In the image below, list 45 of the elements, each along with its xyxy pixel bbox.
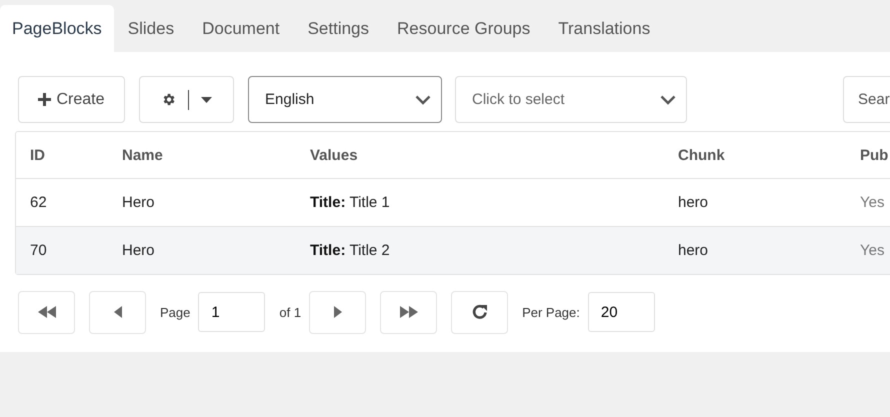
refresh-icon [470, 303, 489, 321]
column-header[interactable]: Name [122, 146, 310, 164]
refresh-button[interactable] [451, 290, 508, 334]
page-label: Page [160, 304, 190, 320]
filter-select[interactable]: Click to select [455, 76, 687, 123]
table-cell-text: Title: Title 2 [310, 242, 391, 259]
table-cell-text: Yes [860, 242, 886, 259]
last-page-button[interactable] [380, 290, 438, 334]
column-header[interactable]: Chunk [678, 146, 860, 164]
page-count-label: of 1 [279, 304, 302, 320]
tab[interactable]: Resource Groups [383, 5, 544, 52]
double-right-triangle-icon [400, 306, 418, 318]
plus-icon [38, 93, 52, 106]
settings-dropdown-button[interactable] [139, 76, 234, 123]
create-button[interactable]: Create [18, 76, 125, 123]
settings-icon [161, 92, 176, 107]
table-cell-text: Hero [122, 242, 156, 259]
table-cell-text: 62 [30, 194, 48, 211]
table-cell-text: Yes [860, 194, 886, 211]
page-number-field[interactable]: 1 [198, 292, 266, 332]
column-header[interactable]: Values [310, 146, 678, 164]
tab[interactable]: PageBlocks [0, 5, 114, 52]
table-cell-text: hero [678, 242, 710, 259]
chevron-down-icon [415, 94, 431, 104]
table-cell-text: 70 [30, 242, 48, 259]
right-triangle-icon [334, 306, 342, 318]
column-header[interactable]: ID [30, 146, 122, 164]
double-left-triangle-icon [38, 306, 56, 318]
per-page-field[interactable]: 20 [588, 292, 655, 332]
language-select[interactable]: English [248, 76, 442, 123]
table-row[interactable]: 70 Hero Title: Title 2 hero Yes [16, 226, 890, 274]
chevron-down-icon [660, 94, 676, 104]
per-page-label: Per Page: [522, 304, 580, 320]
table-cell-text: hero [678, 194, 710, 211]
first-page-button[interactable] [18, 290, 75, 334]
column-header[interactable]: Pub [860, 146, 890, 164]
table-cell-text: Title: Title 1 [310, 194, 391, 211]
search-field[interactable]: Sear [843, 76, 890, 123]
tab[interactable]: Document [188, 5, 294, 52]
caret-icon [201, 96, 212, 102]
table-cell-text: Hero [122, 194, 156, 211]
tab[interactable]: Slides [114, 5, 188, 52]
tab[interactable]: Translations [544, 5, 664, 52]
tab[interactable]: Settings [294, 5, 384, 52]
left-triangle-icon [114, 306, 122, 318]
